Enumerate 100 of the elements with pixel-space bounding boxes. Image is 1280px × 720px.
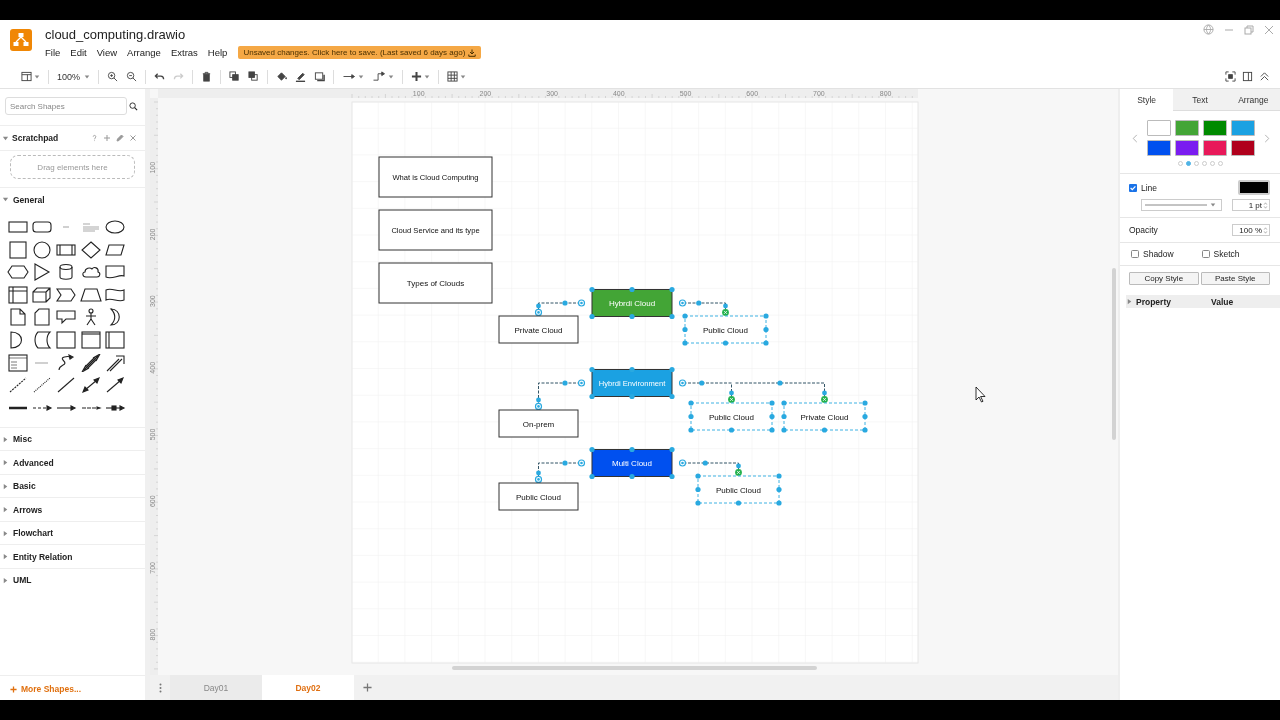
category-header[interactable]: General <box>0 187 145 211</box>
style-button[interactable]: Copy Style <box>1129 272 1199 285</box>
undo-icon[interactable] <box>154 71 166 82</box>
callout-icon[interactable] <box>55 308 78 327</box>
category-header[interactable]: Entity Relation <box>0 544 145 568</box>
internal-storage-icon[interactable] <box>7 285 29 304</box>
trapezoid-icon[interactable] <box>79 285 102 304</box>
checkbox[interactable] <box>1131 250 1139 258</box>
menu-item[interactable]: Help <box>202 47 233 58</box>
zoom-in-icon[interactable] <box>107 71 119 82</box>
diagram-box[interactable]: Public Cloud <box>697 475 780 504</box>
connection-style-button[interactable] <box>342 71 365 82</box>
line-color-icon[interactable] <box>295 71 307 82</box>
close-icon[interactable] <box>1264 24 1274 35</box>
search-field[interactable]: Search Shapes <box>5 97 127 115</box>
category-header[interactable]: Misc <box>0 426 145 451</box>
category-header[interactable]: Basic <box>0 473 145 498</box>
category-header[interactable]: UML <box>0 567 145 592</box>
search-icon[interactable] <box>129 101 138 111</box>
diamond-icon[interactable] <box>79 240 102 259</box>
connector-line[interactable] <box>534 379 586 410</box>
diagram-box[interactable]: On-prem <box>498 409 579 438</box>
checkbox[interactable] <box>1129 183 1137 192</box>
color-swatch[interactable] <box>1175 120 1199 136</box>
data-storage-icon[interactable] <box>31 330 54 349</box>
color-swatch[interactable] <box>1203 140 1227 156</box>
color-swatch[interactable] <box>1231 120 1255 136</box>
checkbox[interactable] <box>1201 250 1210 258</box>
connector-line[interactable] <box>735 380 828 403</box>
diagram-box[interactable]: Private Cloud <box>783 402 866 431</box>
category-header[interactable]: Arrows <box>0 497 145 521</box>
line-color-well[interactable] <box>1238 180 1270 195</box>
container-icon[interactable] <box>55 330 78 349</box>
connector-line[interactable] <box>534 459 586 483</box>
fill-color-icon[interactable] <box>276 71 288 82</box>
color-swatch[interactable] <box>1175 140 1199 156</box>
diagram-box[interactable]: Multi Cloud <box>591 449 673 477</box>
property-header[interactable]: Property Value <box>1126 295 1280 308</box>
waypoints-button[interactable] <box>372 71 395 82</box>
rounded-rectangle-icon[interactable] <box>31 218 54 236</box>
hexagon-icon[interactable] <box>7 263 29 282</box>
frame-icon[interactable] <box>79 330 102 349</box>
menu-item[interactable]: Edit <box>65 47 92 58</box>
collapse-icon[interactable] <box>1259 71 1270 82</box>
menu-item[interactable]: Extras <box>165 47 203 58</box>
diagram-box[interactable]: Public Cloud <box>684 315 767 344</box>
table-button[interactable] <box>447 71 467 82</box>
scratchpad-title[interactable]: Scratchpad <box>12 133 59 143</box>
insert-button[interactable] <box>411 71 431 82</box>
document-title[interactable]: cloud_computing.drawio <box>45 27 482 42</box>
page-dot[interactable] <box>1185 161 1191 166</box>
horizontal-scrollbar[interactable] <box>452 666 817 670</box>
bidirectional-arrow-icon[interactable] <box>79 376 102 395</box>
connector-line[interactable] <box>678 379 735 403</box>
add-page-icon[interactable] <box>362 683 372 692</box>
menu-dots-icon[interactable] <box>158 682 162 693</box>
zoom-dropdown[interactable]: 100% <box>57 71 91 82</box>
cube-icon[interactable] <box>31 285 54 304</box>
diagram-box[interactable]: Public Cloud <box>690 402 773 431</box>
save-banner[interactable]: Unsaved changes. Click here to save. (Last saved 6 days ago) <box>238 46 482 59</box>
list-icon[interactable] <box>7 353 29 372</box>
panel-tab[interactable]: Text <box>1173 89 1227 111</box>
format-panel-icon[interactable] <box>1242 71 1253 82</box>
to-front-icon[interactable] <box>229 71 241 82</box>
fullscreen-icon[interactable] <box>1225 71 1236 82</box>
panel-tab[interactable]: Arrange <box>1226 89 1280 111</box>
note-icon[interactable] <box>7 308 29 327</box>
menu-item[interactable]: File <box>45 47 66 58</box>
ellipse-icon[interactable] <box>103 218 126 236</box>
connector-line[interactable] <box>534 299 586 316</box>
add-icon[interactable] <box>103 134 111 142</box>
drawio-logo-icon[interactable] <box>10 29 32 51</box>
delete-icon[interactable] <box>201 71 213 82</box>
zoom-out-icon[interactable] <box>126 71 138 82</box>
style-button[interactable]: Paste Style <box>1200 272 1270 285</box>
diagram-box[interactable]: Private Cloud <box>498 315 579 344</box>
panel-layout-button[interactable] <box>21 71 40 82</box>
to-back-icon[interactable] <box>248 71 260 82</box>
color-swatch[interactable] <box>1147 140 1171 156</box>
circle-icon[interactable] <box>31 240 54 259</box>
diagram-box[interactable]: Types of Clouds <box>378 262 493 304</box>
diagram-box[interactable]: Public Cloud <box>498 482 579 511</box>
color-swatch[interactable] <box>1203 120 1227 136</box>
pool-icon[interactable] <box>103 330 126 349</box>
category-header[interactable]: Advanced <box>0 450 145 474</box>
shadow-icon[interactable] <box>314 71 326 82</box>
vertical-scrollbar[interactable] <box>1112 268 1116 440</box>
globe-icon[interactable] <box>1203 24 1214 35</box>
square-icon[interactable] <box>7 240 29 259</box>
color-swatch[interactable] <box>1231 140 1255 156</box>
connector-line[interactable] <box>678 299 729 316</box>
menu-item[interactable]: Arrange <box>122 47 166 58</box>
step-icon[interactable] <box>55 285 78 304</box>
color-swatch[interactable] <box>1147 120 1171 136</box>
category-header[interactable]: Flowchart <box>0 520 145 545</box>
close-icon[interactable] <box>129 134 137 142</box>
edit-icon[interactable] <box>116 134 124 142</box>
rectangle-icon[interactable] <box>7 218 29 236</box>
menu-item[interactable]: View <box>91 47 123 58</box>
connector-line[interactable] <box>678 459 742 476</box>
